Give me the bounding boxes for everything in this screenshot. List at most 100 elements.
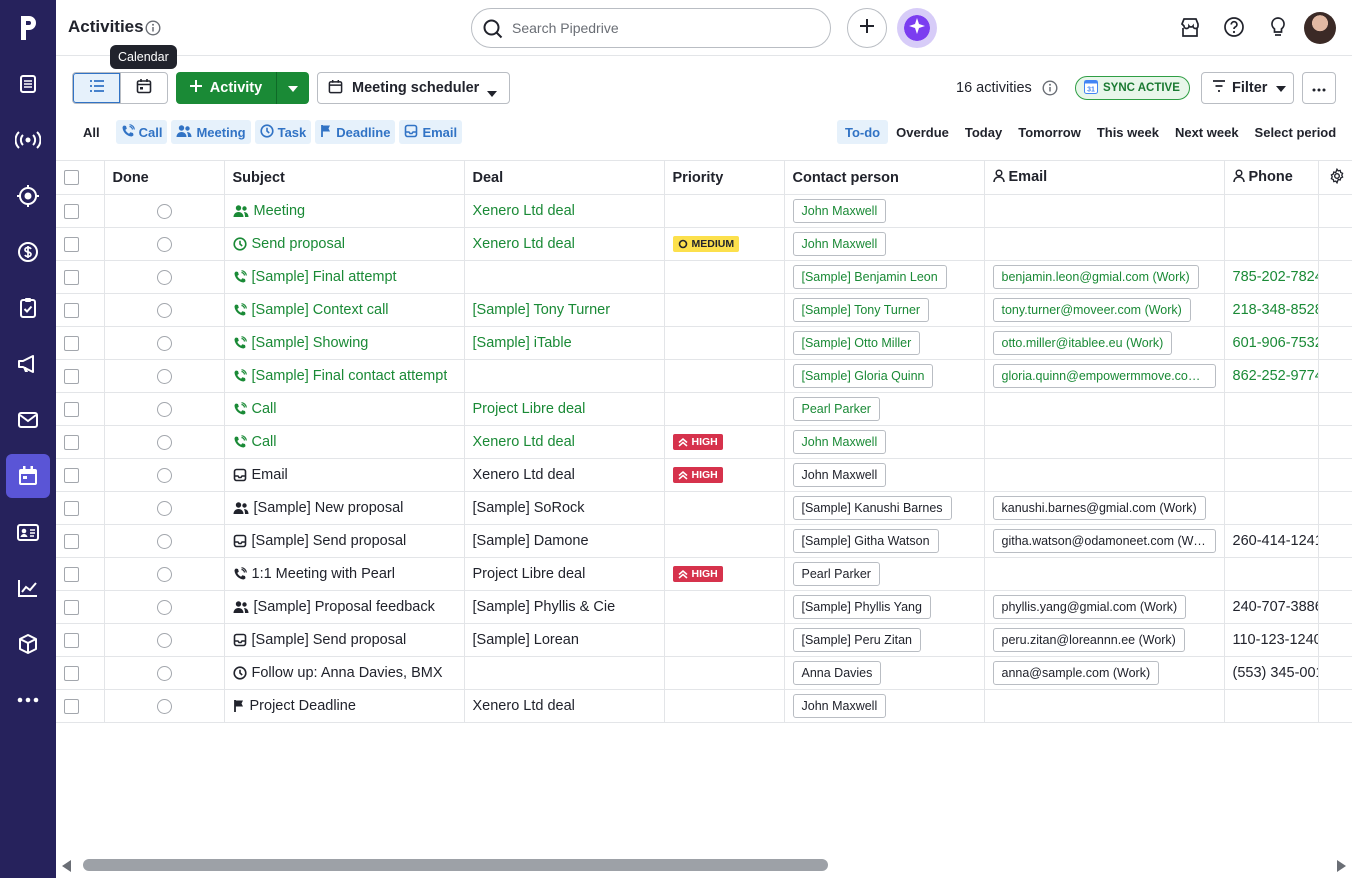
- contact-cell[interactable]: [Sample] Otto Miller: [784, 326, 985, 360]
- deal-link[interactable]: Project Libre deal: [473, 566, 586, 582]
- contact-cell[interactable]: John Maxwell: [784, 194, 985, 228]
- contact-cell[interactable]: John Maxwell: [784, 425, 985, 459]
- nav-more[interactable]: [6, 678, 50, 722]
- activities-table-container[interactable]: Done Subject Deal Priority Contact perso…: [56, 160, 1352, 850]
- subject-cell[interactable]: [Sample] Send proposal: [224, 524, 465, 558]
- filter-deadline[interactable]: Deadline: [315, 120, 396, 144]
- email-cell[interactable]: otto.miller@itablee.eu (Work): [984, 326, 1225, 360]
- phone-cell[interactable]: 862-252-9774: [1224, 359, 1319, 393]
- period-todo[interactable]: To-do: [837, 120, 889, 144]
- mark-done-radio[interactable]: [156, 533, 172, 549]
- deal-cell[interactable]: Xenero Ltd deal: [464, 689, 665, 723]
- user-avatar[interactable]: [1304, 12, 1336, 44]
- priority-cell[interactable]: [664, 491, 785, 525]
- mark-done-radio[interactable]: [156, 302, 172, 318]
- deal-link[interactable]: Xenero Ltd deal: [473, 467, 575, 483]
- meeting-scheduler-button[interactable]: Meeting scheduler: [317, 72, 510, 104]
- priority-cell[interactable]: [664, 689, 785, 723]
- priority-cell[interactable]: [664, 590, 785, 624]
- email-tag[interactable]: peru.zitan@loreannn.ee (Work): [992, 628, 1185, 652]
- table-row[interactable]: [Sample] Final attempt [Sample] Benjamin …: [56, 260, 1352, 294]
- email-tag[interactable]: otto.miller@itablee.eu (Work): [992, 331, 1173, 355]
- subject-cell[interactable]: Call: [224, 425, 465, 459]
- email-cell[interactable]: [984, 557, 1225, 591]
- table-row[interactable]: Email Xenero Ltd deal HIGH John Maxwell: [56, 458, 1352, 492]
- deal-link[interactable]: Xenero Ltd deal: [473, 698, 575, 714]
- phone-link[interactable]: (553) 345-0012: [1233, 665, 1318, 681]
- phone-cell[interactable]: [1224, 227, 1319, 261]
- period-select[interactable]: Select period: [1247, 120, 1345, 144]
- phone-link[interactable]: 862-252-9774: [1233, 368, 1318, 384]
- contact-tag[interactable]: [Sample] Gloria Quinn: [792, 364, 934, 388]
- add-activity-button[interactable]: Activity: [176, 72, 276, 104]
- row-checkbox[interactable]: [64, 500, 79, 516]
- phone-cell[interactable]: [1224, 194, 1319, 228]
- contact-tag[interactable]: Anna Davies: [792, 661, 882, 685]
- contact-tag[interactable]: [Sample] Phyllis Yang: [792, 595, 931, 619]
- mark-done-radio[interactable]: [156, 401, 172, 417]
- subject-cell[interactable]: [Sample] Send proposal: [224, 623, 465, 657]
- deal-link[interactable]: Project Libre deal: [473, 401, 586, 417]
- info-icon[interactable]: [1042, 80, 1058, 101]
- mark-done-radio[interactable]: [156, 500, 172, 516]
- email-tag[interactable]: phyllis.yang@gmial.com (Work): [992, 595, 1187, 619]
- email-tag[interactable]: gloria.quinn@empowermmove.com (Work): [992, 364, 1216, 388]
- priority-cell[interactable]: [664, 392, 785, 426]
- deal-cell[interactable]: [Sample] iTable: [464, 326, 665, 360]
- mark-done-radio[interactable]: [156, 269, 172, 285]
- contact-cell[interactable]: [Sample] Githa Watson: [784, 524, 985, 558]
- subject-cell[interactable]: 1:1 Meeting with Pearl: [224, 557, 465, 591]
- scroll-right-arrow-icon[interactable]: [1336, 859, 1346, 877]
- period-overdue[interactable]: Overdue: [888, 120, 957, 144]
- nav-insights[interactable]: [6, 566, 50, 610]
- filter-call[interactable]: Call: [115, 120, 168, 144]
- row-checkbox[interactable]: [64, 203, 79, 219]
- email-tag[interactable]: benjamin.leon@gmial.com (Work): [992, 265, 1199, 289]
- table-row[interactable]: Send proposal Xenero Ltd deal MEDIUM John M…: [56, 227, 1352, 261]
- nav-contacts[interactable]: [6, 510, 50, 554]
- contact-cell[interactable]: Pearl Parker: [784, 557, 985, 591]
- list-view-button[interactable]: [73, 73, 121, 103]
- contact-cell[interactable]: John Maxwell: [784, 227, 985, 261]
- contact-cell[interactable]: [Sample] Benjamin Leon: [784, 260, 985, 294]
- priority-cell[interactable]: HIGH: [664, 557, 785, 591]
- phone-cell[interactable]: [1224, 689, 1319, 723]
- email-cell[interactable]: githa.watson@odamoneet.com (Work): [984, 524, 1225, 558]
- table-row[interactable]: Call Xenero Ltd deal HIGH John Maxwell: [56, 425, 1352, 459]
- table-row[interactable]: Call Project Libre deal Pearl Parker: [56, 392, 1352, 426]
- column-header-contact[interactable]: Contact person: [784, 160, 985, 195]
- deal-cell[interactable]: [464, 359, 665, 393]
- row-checkbox[interactable]: [64, 632, 79, 648]
- email-cell[interactable]: peru.zitan@loreannn.ee (Work): [984, 623, 1225, 657]
- filter-email[interactable]: Email: [399, 120, 463, 144]
- email-cell[interactable]: [984, 689, 1225, 723]
- subject-cell[interactable]: Call: [224, 392, 465, 426]
- phone-cell[interactable]: [1224, 458, 1319, 492]
- email-cell[interactable]: [984, 392, 1225, 426]
- add-activity-dropdown[interactable]: [277, 72, 309, 104]
- ai-assistant-button[interactable]: [897, 8, 937, 48]
- period-today[interactable]: Today: [957, 120, 1010, 144]
- info-icon[interactable]: [145, 20, 161, 41]
- contact-tag[interactable]: [Sample] Githa Watson: [792, 529, 939, 553]
- subject-cell[interactable]: Project Deadline: [224, 689, 465, 723]
- filter-button[interactable]: Filter: [1201, 72, 1294, 104]
- mark-done-radio[interactable]: [156, 434, 172, 450]
- phone-link[interactable]: 260-414-1241: [1233, 533, 1318, 549]
- contact-cell[interactable]: [Sample] Tony Turner: [784, 293, 985, 327]
- phone-link[interactable]: 785-202-7824: [1233, 269, 1318, 285]
- mark-done-radio[interactable]: [156, 236, 172, 252]
- priority-cell[interactable]: HIGH: [664, 458, 785, 492]
- deal-link[interactable]: Xenero Ltd deal: [473, 236, 575, 252]
- contact-cell[interactable]: [Sample] Peru Zitan: [784, 623, 985, 657]
- deal-cell[interactable]: Project Libre deal: [464, 392, 665, 426]
- period-next-week[interactable]: Next week: [1167, 120, 1247, 144]
- deal-cell[interactable]: [Sample] SoRock: [464, 491, 665, 525]
- deal-cell[interactable]: Xenero Ltd deal: [464, 458, 665, 492]
- deal-link[interactable]: [Sample] iTable: [473, 335, 572, 351]
- deal-cell[interactable]: Project Libre deal: [464, 557, 665, 591]
- row-checkbox[interactable]: [64, 236, 79, 252]
- subject-cell[interactable]: [Sample] Context call: [224, 293, 465, 327]
- priority-cell[interactable]: [664, 623, 785, 657]
- row-checkbox[interactable]: [64, 269, 79, 285]
